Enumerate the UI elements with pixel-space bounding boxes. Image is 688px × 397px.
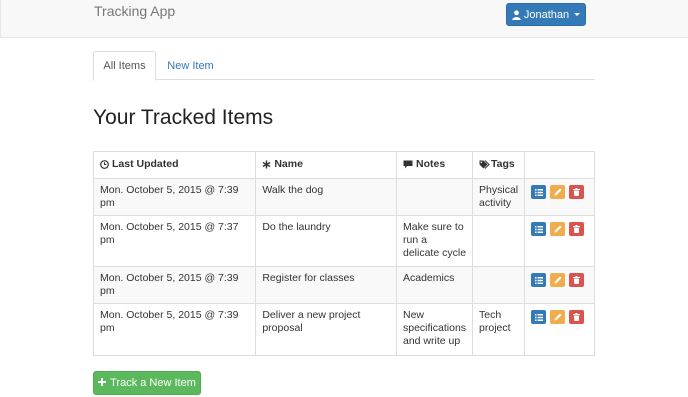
header-name: Name bbox=[255, 151, 397, 179]
cell-last-updated: Mon. October 5, 2015 @ 7:37 pm bbox=[92, 215, 257, 267]
cell-tags bbox=[472, 266, 526, 304]
clock-icon bbox=[100, 160, 109, 169]
trash-icon bbox=[573, 313, 581, 321]
page-title: Your Tracked Items bbox=[93, 106, 274, 129]
cell-notes: Make sure to run a delicate cycle bbox=[395, 215, 474, 267]
track-new-item-label: Track a New Item bbox=[110, 377, 196, 389]
cell-notes bbox=[395, 178, 474, 216]
cell-tags: Tech project bbox=[472, 303, 526, 356]
cell-last-updated: Mon. October 5, 2015 @ 7:39 pm bbox=[92, 266, 257, 304]
cell-tags: Physical activity bbox=[472, 178, 526, 216]
pencil-icon bbox=[554, 313, 562, 321]
cell-last-updated: Mon. October 5, 2015 @ 7:39 pm bbox=[92, 178, 257, 216]
app-brand[interactable]: Tracking App bbox=[94, 3, 175, 19]
trash-icon bbox=[573, 276, 581, 284]
user-menu-button[interactable]: Jonathan bbox=[506, 3, 586, 26]
cell-actions bbox=[524, 266, 595, 304]
cell-name: Do the laundry bbox=[255, 215, 397, 267]
trash-icon bbox=[573, 188, 581, 196]
header-label: Name bbox=[274, 158, 303, 170]
pencil-icon bbox=[554, 188, 562, 196]
header-label: Tags bbox=[491, 158, 515, 170]
view-button[interactable] bbox=[531, 222, 547, 236]
list-icon bbox=[534, 313, 543, 321]
cell-actions bbox=[524, 215, 595, 267]
list-icon bbox=[534, 188, 543, 196]
edit-button[interactable] bbox=[550, 273, 566, 287]
edit-button[interactable] bbox=[550, 185, 566, 199]
list-icon bbox=[534, 276, 543, 284]
table-row: Mon. October 5, 2015 @ 7:39 pm Register … bbox=[92, 266, 595, 304]
delete-button[interactable] bbox=[569, 310, 585, 324]
user-icon bbox=[512, 9, 521, 20]
header-notes: Notes bbox=[395, 151, 474, 179]
view-button[interactable] bbox=[531, 185, 547, 199]
edit-button[interactable] bbox=[550, 310, 566, 324]
delete-button[interactable] bbox=[569, 222, 585, 236]
cell-notes: Academics bbox=[395, 266, 474, 304]
table-row: Mon. October 5, 2015 @ 7:39 pm Walk the … bbox=[92, 178, 595, 216]
header-actions bbox=[524, 151, 595, 179]
track-new-item-button[interactable]: Track a New Item bbox=[93, 371, 201, 395]
header-label: Last Updated bbox=[112, 158, 179, 170]
pencil-icon bbox=[554, 225, 562, 233]
cell-actions bbox=[524, 178, 595, 216]
plus-icon bbox=[98, 377, 107, 389]
delete-button[interactable] bbox=[569, 273, 585, 287]
header-label: Notes bbox=[416, 158, 446, 170]
edit-button[interactable] bbox=[550, 222, 566, 236]
view-button[interactable] bbox=[531, 310, 547, 324]
user-name: Jonathan bbox=[523, 8, 570, 21]
items-table: Last Updated Name Notes Tags Mon. Octobe… bbox=[92, 151, 595, 356]
list-icon bbox=[534, 225, 543, 233]
tab-all-items[interactable]: All Items bbox=[93, 51, 156, 81]
table-row: Mon. October 5, 2015 @ 7:37 pm Do the la… bbox=[92, 215, 595, 267]
view-button[interactable] bbox=[531, 273, 547, 287]
table-header-row: Last Updated Name Notes Tags bbox=[92, 151, 595, 179]
delete-button[interactable] bbox=[569, 185, 585, 199]
navbar: Tracking App Jonathan bbox=[0, 0, 688, 38]
caret-down-icon bbox=[574, 13, 581, 16]
cell-tags bbox=[472, 215, 526, 267]
table-row: Mon. October 5, 2015 @ 7:39 pm Deliver a… bbox=[92, 303, 595, 356]
tab-new-item[interactable]: New Item bbox=[157, 51, 224, 80]
comment-icon bbox=[403, 160, 413, 169]
cell-name: Walk the dog bbox=[255, 178, 397, 216]
cell-name: Register for classes bbox=[255, 266, 397, 304]
tags-icon bbox=[479, 160, 490, 169]
cell-last-updated: Mon. October 5, 2015 @ 7:39 pm bbox=[92, 303, 257, 356]
cell-name: Deliver a new project proposal bbox=[255, 303, 397, 356]
header-tags: Tags bbox=[472, 151, 526, 179]
header-last-updated: Last Updated bbox=[92, 151, 257, 179]
cell-actions bbox=[524, 303, 595, 356]
trash-icon bbox=[573, 225, 581, 233]
asterisk-icon bbox=[262, 160, 271, 169]
cell-notes: New specifications and write up bbox=[395, 303, 474, 356]
tab-bar: All Items New Item bbox=[93, 51, 595, 81]
pencil-icon bbox=[554, 276, 562, 284]
